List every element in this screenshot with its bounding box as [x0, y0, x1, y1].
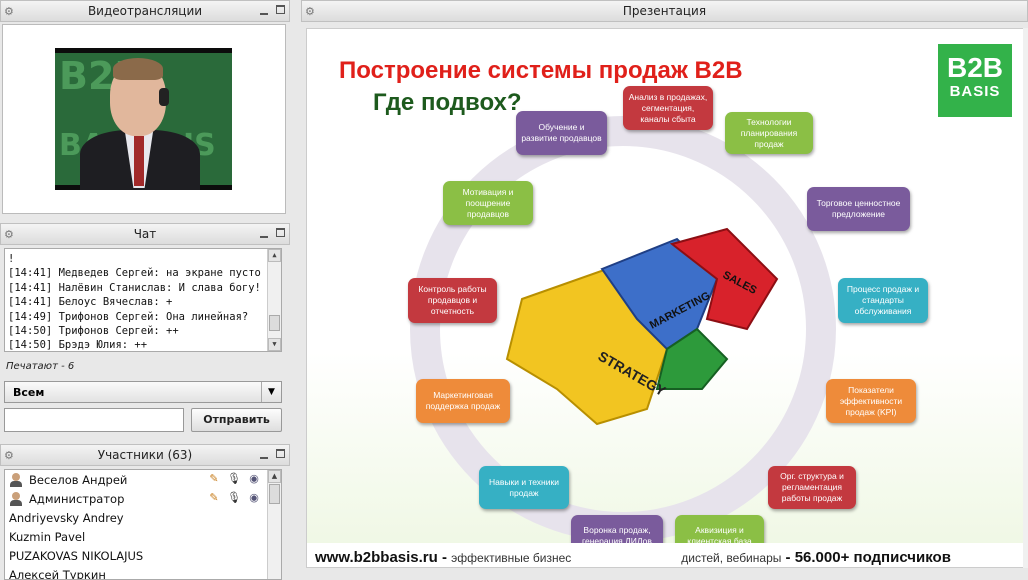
step-box: Показатели эффективности продаж (KPI): [826, 379, 916, 423]
presentation-scrollbar[interactable]: [1023, 28, 1028, 568]
scroll-up-icon[interactable]: ▲: [268, 249, 281, 262]
slide-footer: www.b2bbasis.ru - эффективные бизнес дист…: [307, 543, 1025, 567]
video-panel-header: ⚙ Видеотрансляции: [0, 0, 290, 22]
logo-b2b-text: B2B: [946, 52, 1003, 83]
participant-row[interactable]: Алексей Туркин: [5, 565, 281, 580]
pencil-icon[interactable]: ✎: [207, 491, 221, 505]
pencil-icon[interactable]: ✎: [207, 472, 221, 486]
participants-panel-title: Участники (63): [97, 448, 193, 462]
participant-row[interactable]: Администратор ✎ 🎙 ◉: [5, 489, 281, 508]
presenter-hair: [113, 58, 163, 80]
gear-icon[interactable]: ⚙: [305, 5, 315, 18]
footer-sep: -: [437, 549, 452, 566]
presentation-panel: ⚙ Презентация STRATEGY MARKETING SALES П…: [301, 0, 1028, 580]
participant-row[interactable]: Kuzmin Pavel: [5, 527, 281, 546]
chevron-down-icon[interactable]: ▼: [261, 382, 281, 402]
chat-message: [14:50] Трифонов Сергей: ++: [8, 325, 179, 338]
user-avatar-icon: [9, 472, 23, 487]
recipient-select[interactable]: Всем ▼: [4, 381, 282, 403]
chat-message: [14:49] Трифонов Сергей: Она линейная?: [8, 310, 249, 323]
chat-scrollbar[interactable]: ▲ ▼: [267, 249, 281, 351]
step-box: Анализ в продажах, сегментация, каналы с…: [623, 86, 713, 130]
chat-panel-header: ⚙ Чат: [0, 223, 290, 245]
video-area: B2B BA IS: [2, 24, 286, 214]
footer-site: www.b2bbasis.ru: [315, 549, 438, 566]
presentation-slide: STRATEGY MARKETING SALES Построение сист…: [306, 28, 1026, 568]
footer-middle-2: дистей, вебинары: [681, 551, 782, 565]
participant-name: Администратор: [29, 491, 125, 506]
microphone-icon[interactable]: 🎙: [227, 472, 241, 486]
message-input[interactable]: [4, 408, 184, 432]
minimize-icon[interactable]: [260, 449, 268, 459]
step-box: Обучение и развитие продавцов: [516, 111, 607, 155]
slide-title: Построение системы продаж B2B: [339, 57, 743, 84]
gear-icon[interactable]: ⚙: [4, 5, 14, 18]
webcam-icon[interactable]: ◉: [247, 491, 261, 505]
scroll-up-icon[interactable]: ▲: [268, 470, 281, 483]
scroll-thumb[interactable]: [269, 484, 280, 504]
scroll-thumb[interactable]: [269, 315, 280, 331]
participant-name: Andriyevsky Andrey: [9, 510, 124, 525]
chat-message: [14:50] Брэдэ Юлия: ++: [8, 339, 148, 352]
video-panel: ⚙ Видеотрансляции B2B BA IS: [0, 0, 290, 218]
chat-panel-title: Чат: [133, 227, 157, 241]
participants-panel: ⚙ Участники (63) Веселов Андрей ✎ 🎙 ◉ Ад…: [0, 444, 290, 580]
video-panel-title: Видеотрансляции: [87, 4, 203, 18]
logo-basis-text: BASIS: [949, 83, 1001, 100]
participant-name: Веселов Андрей: [29, 472, 128, 487]
step-box: Технологии планирования продаж: [725, 112, 813, 154]
video-stream[interactable]: B2B BA IS: [55, 48, 232, 190]
maximize-icon[interactable]: [276, 449, 285, 458]
participants-scrollbar[interactable]: ▲: [267, 470, 281, 579]
step-box: Орг. структура и регламентация работы пр…: [768, 466, 856, 509]
gear-icon[interactable]: ⚙: [4, 228, 14, 241]
b2b-basis-logo: B2B BASIS: [938, 44, 1012, 117]
participants-list[interactable]: Веселов Андрей ✎ 🎙 ◉ Администратор ✎ 🎙 ◉…: [4, 469, 282, 580]
chat-log[interactable]: ! [14:41] Медведев Сергей: на экране пус…: [4, 248, 282, 352]
minimize-icon[interactable]: [260, 228, 268, 238]
minimize-icon[interactable]: [260, 5, 268, 15]
participant-row[interactable]: Andriyevsky Andrey: [5, 508, 281, 527]
participants-panel-header: ⚙ Участники (63): [0, 444, 290, 466]
presentation-panel-header: ⚙ Презентация: [301, 0, 1028, 22]
scroll-down-icon[interactable]: ▼: [268, 338, 281, 351]
user-avatar-icon: [9, 491, 23, 506]
maximize-icon[interactable]: [276, 5, 285, 14]
chat-panel: ⚙ Чат ! [14:41] Медведев Сергей: на экра…: [0, 223, 290, 439]
presenter-tie: [134, 136, 144, 186]
maximize-icon[interactable]: [276, 228, 285, 237]
footer-middle: эффективные бизнес: [451, 551, 572, 565]
step-box: Процесс продаж и стандарты обслуживания: [838, 278, 928, 323]
recipient-value: Всем: [13, 386, 45, 399]
gear-icon[interactable]: ⚙: [4, 449, 14, 462]
participant-row[interactable]: Веселов Андрей ✎ 🎙 ◉: [5, 470, 281, 489]
slide-subtitle: Где подвох?: [373, 89, 522, 116]
participant-name: PUZAKOVAS NIKOLAJUS: [9, 548, 144, 563]
puzzle-graphic: STRATEGY MARKETING SALES: [505, 227, 779, 426]
headset-icon: [159, 88, 169, 106]
chat-message: [14:41] Налёвин Станислав: И слава богу!: [8, 281, 261, 294]
step-box: Мотивация и поощрение продавцов: [443, 181, 533, 225]
left-sidebar: ⚙ Видеотрансляции B2B BA IS: [0, 0, 290, 580]
microphone-icon[interactable]: 🎙: [227, 491, 241, 505]
participant-name: Kuzmin Pavel: [9, 529, 86, 544]
chat-message: [14:41] Белоус Вячеслав: +: [8, 296, 173, 309]
chat-message: !: [8, 253, 15, 265]
chat-message: [14:41] Медведев Сергей: на экране пусто: [8, 267, 261, 280]
send-button[interactable]: Отправить: [191, 408, 282, 432]
webcam-icon[interactable]: ◉: [247, 472, 261, 486]
typing-status: Печатают - 6: [6, 361, 75, 372]
footer-right: - 56.000+ подписчиков: [781, 549, 951, 566]
participant-row[interactable]: PUZAKOVAS NIKOLAJUS: [5, 546, 281, 565]
participant-name: Алексей Туркин: [9, 567, 106, 580]
step-box: Контроль работы продавцов и отчетность: [408, 278, 497, 323]
step-box: Торговое ценностное предложение: [807, 187, 910, 231]
step-box: Маркетинговая поддержка продаж: [416, 379, 510, 423]
presentation-panel-title: Презентация: [622, 4, 707, 18]
step-box: Навыки и техники продаж: [479, 466, 569, 509]
